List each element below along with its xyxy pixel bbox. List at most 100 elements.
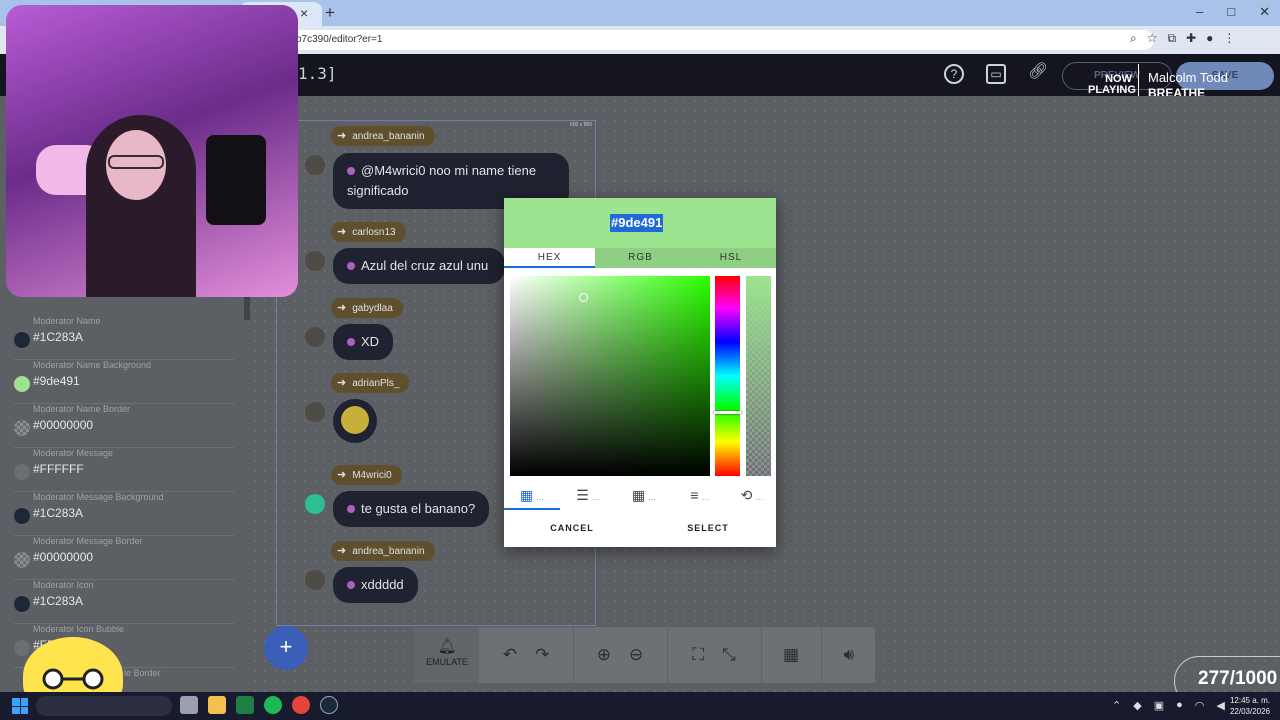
extension-icon[interactable]: ⧉ xyxy=(1168,31,1177,46)
palette-tool[interactable]: ▦… xyxy=(504,484,560,508)
fullscreen-icon[interactable]: ⛶ xyxy=(692,645,704,665)
emulate-label: EMULATE xyxy=(426,657,468,667)
cancel-button[interactable]: CANCEL xyxy=(530,519,614,537)
grid-icon[interactable]: ▦ xyxy=(783,645,799,665)
maximize-button[interactable]: □ xyxy=(1227,4,1235,20)
hue-slider-handle[interactable] xyxy=(714,411,741,414)
file-explorer-icon[interactable] xyxy=(208,696,226,714)
setting-moderator-icon[interactable]: Moderator Icon #1C283A xyxy=(14,580,234,624)
minimize-button[interactable]: – xyxy=(1196,4,1203,20)
saturation-value-area[interactable] xyxy=(510,276,710,476)
setting-moderator-message[interactable]: Moderator Message #FFFFFF xyxy=(14,448,234,492)
add-widget-button[interactable]: + xyxy=(264,626,308,670)
close-window-button[interactable]: ✕ xyxy=(1259,4,1270,20)
setting-moderator-name-background[interactable]: Moderator Name Background #9de491 xyxy=(14,360,234,404)
help-icon[interactable]: ? xyxy=(944,64,964,84)
url-field[interactable]: b7c390/editor?er=1 xyxy=(284,30,1154,50)
moderator-avatar xyxy=(305,494,325,514)
tab-hsl[interactable]: HSL xyxy=(686,248,776,268)
collapse-icon[interactable]: ⤡ xyxy=(722,645,736,665)
color-picker-dialog: #9de491 HEX RGB HSL ▦… ☰… ▦… ≡… ⟲… CANCE… xyxy=(504,198,776,547)
zoom-in-icon[interactable]: ⊕ xyxy=(597,645,611,665)
taskbar-search[interactable] xyxy=(36,696,172,716)
setting-moderator-name[interactable]: Moderator Name #1C283A xyxy=(14,316,234,360)
alpha-gradient xyxy=(746,276,771,476)
tray-app-icon[interactable]: ◆ xyxy=(1133,699,1141,712)
spotify-icon[interactable] xyxy=(264,696,282,714)
wifi-icon[interactable]: ◠ xyxy=(1195,699,1205,712)
color-swatch[interactable] xyxy=(14,464,30,480)
new-tab-button[interactable]: + xyxy=(325,3,335,23)
zoom-out-icon[interactable]: ⊖ xyxy=(629,645,643,665)
zoom-icon[interactable]: ⌕ xyxy=(1130,31,1137,46)
avatar xyxy=(305,251,325,271)
volume-icon[interactable]: 🔊︎ xyxy=(844,645,855,665)
chrome-icon[interactable] xyxy=(292,696,310,714)
taskbar-clock[interactable]: 12:45 a. m. 22/03/2026 xyxy=(1226,695,1270,717)
tray-app-icon[interactable]: ▣ xyxy=(1154,699,1164,712)
setting-value: #1C283A xyxy=(33,594,84,608)
toolbar-divider xyxy=(573,627,574,683)
version-label: 1.3] xyxy=(298,64,337,83)
list-icon: ≡ xyxy=(690,487,699,503)
chat-message: Azul del cruz azul unu xyxy=(333,248,505,284)
redo-icon[interactable]: ↷ xyxy=(535,645,549,665)
color-mode-tabs: HEX RGB HSL xyxy=(504,248,776,268)
profile-icon[interactable]: ● xyxy=(1206,31,1213,46)
link-icon[interactable]: 🔗︎ xyxy=(1028,64,1048,84)
volume-icon[interactable]: ◀ xyxy=(1216,699,1224,712)
hex-value-input[interactable]: #9de491 xyxy=(610,214,664,232)
task-view-icon[interactable] xyxy=(180,696,198,714)
sliders-tool[interactable]: ☰… xyxy=(560,484,616,508)
color-swatch[interactable] xyxy=(14,640,30,656)
color-swatch[interactable] xyxy=(14,420,30,436)
browser-menu-icon[interactable]: ⋮ xyxy=(1223,31,1235,46)
setting-value: #00000000 xyxy=(33,550,94,564)
tray-chevron-icon[interactable]: ⌃ xyxy=(1112,699,1121,712)
chat-username: ➜ adrianPls_ xyxy=(331,373,410,393)
header-icons: ? ▭ 🔗︎ xyxy=(944,64,1048,84)
frame-size-label: 600 x 950 xyxy=(570,122,592,128)
color-swatch[interactable] xyxy=(14,552,30,568)
tab-rgb[interactable]: RGB xyxy=(595,248,686,268)
color-swatch[interactable] xyxy=(14,332,30,348)
emulate-button[interactable]: 🔔︎ EMULATE xyxy=(415,627,479,683)
select-button[interactable]: SELECT xyxy=(666,519,750,537)
list-tool[interactable]: ≡… xyxy=(672,484,728,508)
excel-icon[interactable] xyxy=(236,696,254,714)
editor-toolbar: 🔔︎ EMULATE ↶ ↷ ⊕ ⊖ ⛶ ⤡ ▦ 🔊︎ xyxy=(415,627,875,683)
setting-moderator-name-border[interactable]: Moderator Name Border #00000000 xyxy=(14,404,234,448)
color-swatch[interactable] xyxy=(14,376,30,392)
setting-moderator-message-background[interactable]: Moderator Message Background #1C283A xyxy=(14,492,234,536)
setting-value: #00000000 xyxy=(33,418,94,432)
hue-slider[interactable] xyxy=(715,276,740,476)
clock-date: 22/03/2026 xyxy=(1229,707,1270,716)
taskbar: ⌃ ◆ ▣ ● ◠ ◀ 12:45 a. m. 22/03/2026 xyxy=(0,692,1280,720)
setting-label: Moderator Message Border xyxy=(33,536,143,546)
monitor-icon[interactable]: ▭ xyxy=(986,64,1006,84)
arrow-right-icon: ➜ xyxy=(337,302,347,314)
bookmark-star-icon[interactable]: ☆ xyxy=(1147,31,1158,46)
windows-start-icon[interactable] xyxy=(12,698,28,714)
color-cursor[interactable] xyxy=(579,293,588,302)
steam-icon[interactable] xyxy=(320,696,338,714)
grid-tool[interactable]: ▦… xyxy=(616,484,672,508)
window-controls: – □ ✕ xyxy=(1196,4,1270,20)
undo-icon[interactable]: ↶ xyxy=(503,645,517,665)
color-swatch[interactable] xyxy=(14,508,30,524)
chat-username: ➜ M4wrici0 xyxy=(331,465,402,485)
microphone-icon[interactable]: ● xyxy=(1176,699,1183,712)
history-tool[interactable]: ⟲… xyxy=(728,484,776,508)
webcam-overlay xyxy=(6,5,298,297)
mascot-glasses-icon xyxy=(42,668,104,690)
setting-label: Moderator Message Background xyxy=(33,492,164,502)
picker-tool-row: ▦… ☰… ▦… ≡… ⟲… xyxy=(504,484,776,508)
setting-moderator-message-border[interactable]: Moderator Message Border #00000000 xyxy=(14,536,234,580)
color-swatch[interactable] xyxy=(14,596,30,612)
toolbar-divider xyxy=(667,627,668,683)
setting-value: #FFFFFF xyxy=(33,462,84,476)
tab-hex[interactable]: HEX xyxy=(504,248,595,268)
extensions-puzzle-icon[interactable]: ✚ xyxy=(1186,31,1196,46)
setting-label: Moderator Name xyxy=(33,316,101,326)
tab-close-button[interactable]: × xyxy=(300,5,308,21)
